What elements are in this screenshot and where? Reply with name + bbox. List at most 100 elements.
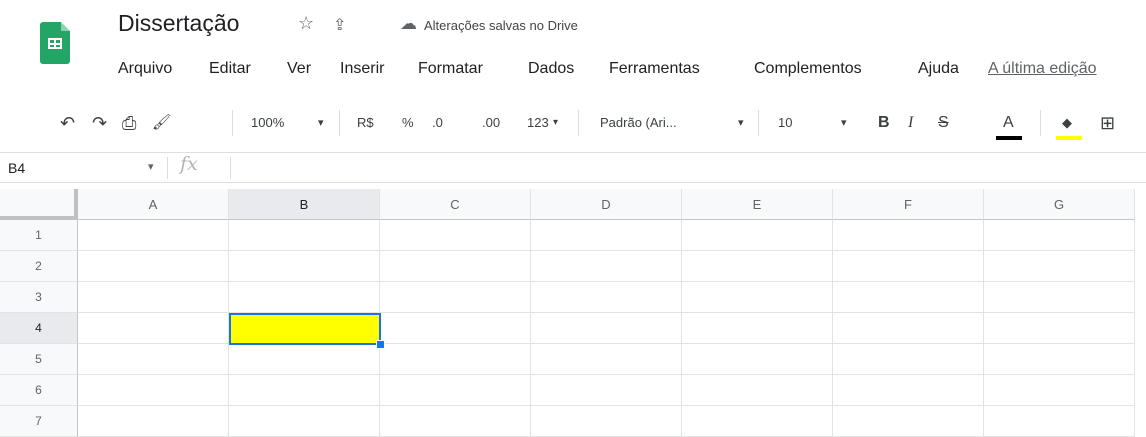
more-formats-button[interactable]: 123 [527, 108, 549, 138]
cell-g4[interactable] [984, 313, 1135, 344]
cell-e1[interactable] [682, 220, 833, 251]
fill-handle[interactable] [376, 340, 385, 349]
document-title[interactable]: Dissertação [118, 10, 239, 37]
cell-f1[interactable] [833, 220, 984, 251]
row-header-7[interactable]: 7 [0, 406, 78, 437]
column-header-d[interactable]: D [531, 189, 682, 220]
cell-c5[interactable] [380, 344, 531, 375]
cell-e5[interactable] [682, 344, 833, 375]
cell-d2[interactable] [531, 251, 682, 282]
cell-a6[interactable] [78, 375, 229, 406]
cell-d6[interactable] [531, 375, 682, 406]
font-size-dropdown-icon[interactable]: ▾ [841, 108, 847, 138]
sheets-logo-icon[interactable] [40, 22, 70, 64]
column-header-e[interactable]: E [682, 189, 833, 220]
star-icon[interactable]: ☆ [298, 13, 314, 34]
currency-format-button[interactable]: R$ [357, 108, 374, 138]
menu-ver[interactable]: Ver [287, 60, 311, 78]
cell-a5[interactable] [78, 344, 229, 375]
fill-color-button[interactable]: ◆ [1062, 108, 1072, 138]
menu-ferramentas[interactable]: Ferramentas [609, 60, 700, 78]
cell-c2[interactable] [380, 251, 531, 282]
increase-decimal-button[interactable]: .00 [482, 108, 500, 138]
cell-g3[interactable] [984, 282, 1135, 313]
cell-e6[interactable] [682, 375, 833, 406]
cell-c3[interactable] [380, 282, 531, 313]
column-header-a[interactable]: A [78, 189, 229, 220]
cell-f5[interactable] [833, 344, 984, 375]
cell-g2[interactable] [984, 251, 1135, 282]
cell-f7[interactable] [833, 406, 984, 437]
row-header-1[interactable]: 1 [0, 220, 78, 251]
cell-b5[interactable] [229, 344, 380, 375]
cell-a2[interactable] [78, 251, 229, 282]
cell-g7[interactable] [984, 406, 1135, 437]
save-status[interactable]: Alterações salvas no Drive [424, 18, 578, 33]
cell-f4[interactable] [833, 313, 984, 344]
zoom-dropdown-icon[interactable]: ▾ [318, 108, 324, 138]
more-formats-dropdown-icon[interactable]: ▾ [553, 108, 558, 138]
menu-inserir[interactable]: Inserir [340, 60, 384, 78]
row-header-2[interactable]: 2 [0, 251, 78, 282]
cell-e3[interactable] [682, 282, 833, 313]
menu-complementos[interactable]: Complementos [754, 60, 862, 78]
cell-b2[interactable] [229, 251, 380, 282]
text-color-button[interactable]: A [1003, 108, 1014, 138]
menu-editar[interactable]: Editar [209, 60, 251, 78]
cell-d1[interactable] [531, 220, 682, 251]
cell-c1[interactable] [380, 220, 531, 251]
cell-e7[interactable] [682, 406, 833, 437]
cell-b4[interactable] [229, 313, 380, 344]
cell-d7[interactable] [531, 406, 682, 437]
paint-format-icon[interactable]: 🖌 [152, 108, 171, 138]
column-header-b[interactable]: B [229, 189, 380, 220]
formula-input[interactable] [240, 158, 1120, 178]
strikethrough-button[interactable]: S [938, 108, 949, 138]
cell-b7[interactable] [229, 406, 380, 437]
font-dropdown-icon[interactable]: ▾ [738, 108, 744, 138]
print-icon[interactable]: ⎙ [122, 108, 136, 138]
font-size-select[interactable]: 10 [778, 108, 792, 138]
cell-e2[interactable] [682, 251, 833, 282]
cell-g5[interactable] [984, 344, 1135, 375]
column-header-f[interactable]: F [833, 189, 984, 220]
cell-a3[interactable] [78, 282, 229, 313]
italic-button[interactable]: I [908, 108, 913, 138]
borders-icon[interactable]: ⊞ [1100, 108, 1115, 138]
row-header-4[interactable]: 4 [0, 313, 78, 344]
row-header-5[interactable]: 5 [0, 344, 78, 375]
cloud-saved-icon[interactable]: ☁ [400, 14, 417, 34]
last-edit-link[interactable]: A última edição [988, 60, 1097, 78]
cell-g6[interactable] [984, 375, 1135, 406]
name-box[interactable]: B4 [8, 160, 25, 176]
cell-b1[interactable] [229, 220, 380, 251]
cell-b3[interactable] [229, 282, 380, 313]
cell-c7[interactable] [380, 406, 531, 437]
menu-dados[interactable]: Dados [528, 60, 574, 78]
cell-d3[interactable] [531, 282, 682, 313]
cell-f3[interactable] [833, 282, 984, 313]
bold-button[interactable]: B [878, 108, 890, 138]
menu-arquivo[interactable]: Arquivo [118, 60, 172, 78]
menu-formatar[interactable]: Formatar [418, 60, 483, 78]
undo-icon[interactable]: ↶ [60, 108, 75, 138]
cell-a7[interactable] [78, 406, 229, 437]
row-header-3[interactable]: 3 [0, 282, 78, 313]
cell-f6[interactable] [833, 375, 984, 406]
column-header-c[interactable]: C [380, 189, 531, 220]
font-family-select[interactable]: Padrão (Ari... [600, 108, 677, 138]
cell-f2[interactable] [833, 251, 984, 282]
cell-a1[interactable] [78, 220, 229, 251]
move-to-folder-icon[interactable]: ⇪ [333, 15, 346, 35]
decrease-decimal-button[interactable]: .0 [432, 108, 443, 138]
select-all-corner[interactable] [0, 189, 78, 220]
name-box-dropdown-icon[interactable]: ▾ [148, 160, 154, 173]
column-header-g[interactable]: G [984, 189, 1135, 220]
redo-icon[interactable]: ↷ [92, 108, 107, 138]
cell-c4[interactable] [380, 313, 531, 344]
cell-b6[interactable] [229, 375, 380, 406]
percent-format-button[interactable]: % [402, 108, 414, 138]
menu-ajuda[interactable]: Ajuda [918, 60, 959, 78]
cell-e4[interactable] [682, 313, 833, 344]
cell-d5[interactable] [531, 344, 682, 375]
